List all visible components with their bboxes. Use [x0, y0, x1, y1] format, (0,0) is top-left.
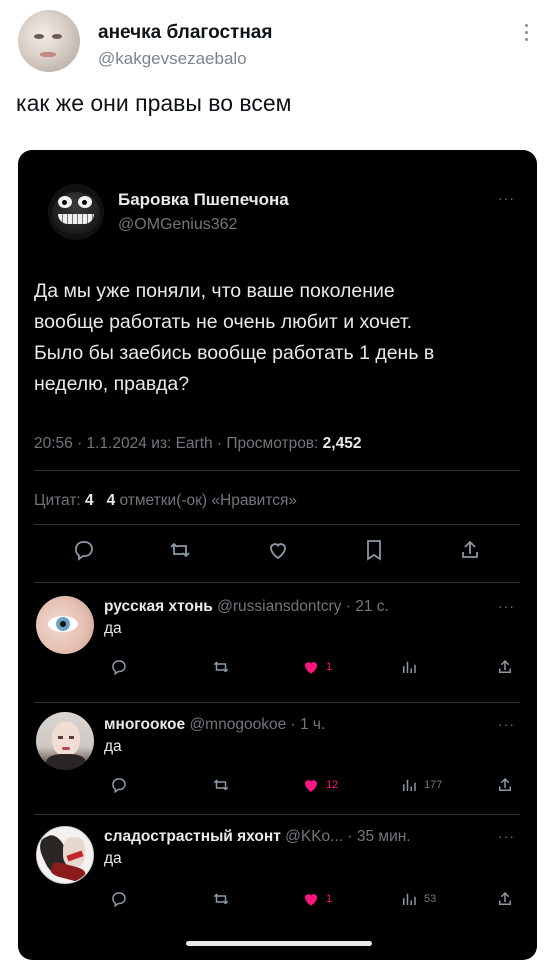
reply-icon[interactable]	[110, 776, 128, 794]
reply-author-name[interactable]: многоокое	[104, 716, 185, 733]
reply-views: 53	[424, 893, 437, 905]
bookmark-icon[interactable]	[362, 538, 386, 562]
tweet-line: вообще работать не очень любит и хочет.	[34, 311, 413, 333]
tweet-timestamp: 20:56 · 1.1.2024 из: Earth · Просмотров:	[34, 435, 323, 452]
reply-icon[interactable]	[110, 658, 128, 676]
more-horizontal-icon[interactable]: ···	[498, 190, 515, 206]
tweet-action-bar	[18, 538, 537, 566]
reply-text: да	[104, 620, 122, 637]
share-icon[interactable]	[496, 776, 514, 794]
more-vertical-icon[interactable]	[525, 24, 529, 41]
reply-likes: 1	[326, 661, 333, 673]
views-icon[interactable]	[400, 776, 418, 794]
reply-likes: 1	[326, 893, 333, 905]
reply-icon[interactable]	[110, 890, 128, 908]
post-text: как же они правы во всем	[16, 90, 292, 116]
divider	[34, 524, 520, 525]
reply-item[interactable]: многоокое @mnogookoe · 1 ч. ··· да 12 17…	[18, 706, 537, 820]
reply-meta: @russiansdontcry · 21 с.	[212, 598, 389, 615]
avatar-eye	[34, 34, 44, 39]
reply-item[interactable]: русская хтонь @russiansdontcry · 21 с. ·…	[18, 590, 537, 708]
retweet-icon[interactable]	[212, 890, 230, 908]
divider	[34, 582, 520, 583]
like-filled-icon[interactable]	[302, 890, 320, 908]
retweet-icon[interactable]	[212, 776, 230, 794]
more-horizontal-icon[interactable]: ···	[498, 828, 515, 844]
reply-avatar[interactable]	[36, 712, 94, 770]
more-horizontal-icon[interactable]: ···	[498, 598, 515, 614]
avatar-eye	[52, 34, 62, 39]
more-horizontal-icon[interactable]: ···	[498, 716, 515, 732]
reply-author: многоокое @mnogookoe · 1 ч.	[104, 716, 325, 734]
reply-author: русская хтонь @russiansdontcry · 21 с.	[104, 598, 389, 616]
reply-text: да	[104, 738, 122, 755]
quoted-author-avatar[interactable]	[48, 184, 104, 240]
share-icon[interactable]	[496, 890, 514, 908]
reply-likes: 12	[326, 779, 339, 791]
like-filled-icon[interactable]	[302, 658, 320, 676]
tweet-stats: Цитат: 4 4 отметки(-ок) «Нравится»	[34, 492, 297, 510]
likes-count[interactable]: 4	[107, 492, 116, 509]
embedded-screenshot: Баровка Пшепечона @OMGenius362 ··· Да мы…	[18, 150, 537, 960]
tweet-line: Было бы заебись вообще работать 1 день в	[34, 342, 435, 364]
views-icon[interactable]	[400, 890, 418, 908]
reply-views: 177	[424, 779, 443, 791]
quoted-author-name[interactable]: Баровка Пшепечона	[118, 190, 289, 210]
reply-meta: @KKo... · 35 мин.	[280, 828, 411, 845]
home-indicator[interactable]	[186, 941, 372, 946]
share-icon[interactable]	[458, 538, 482, 562]
reply-author: сладострастный яхонт @KKo... · 35 мин.	[104, 828, 411, 846]
views-count: 2,452	[322, 435, 362, 452]
tweet-line: Да мы уже поняли, что ваше поколение	[34, 280, 395, 302]
reply-avatar[interactable]	[36, 826, 94, 884]
retweet-icon[interactable]	[168, 538, 192, 562]
reply-author-name[interactable]: сладострастный яхонт	[104, 828, 281, 845]
author-handle[interactable]: @kakgevsezaebalo	[98, 49, 247, 69]
quotes-label: Цитат:	[34, 492, 86, 509]
author-name[interactable]: анечка благостная	[98, 22, 272, 44]
views-icon[interactable]	[400, 658, 418, 676]
retweet-icon[interactable]	[212, 658, 230, 676]
quoted-tweet-text: Да мы уже поняли, что ваше поколение воо…	[34, 276, 514, 400]
likes-label: отметки(-ок) «Нравится»	[115, 492, 298, 509]
quoted-author-handle[interactable]: @OMGenius362	[118, 216, 237, 234]
reply-meta: @mnogookoe · 1 ч.	[185, 716, 326, 733]
tweet-line: неделю, правда?	[34, 373, 190, 395]
reply-avatar[interactable]	[36, 596, 94, 654]
divider	[34, 814, 520, 815]
quotes-count[interactable]: 4	[85, 492, 94, 509]
share-icon[interactable]	[496, 658, 514, 676]
author-avatar[interactable]	[18, 10, 80, 72]
reply-author-name[interactable]: русская хтонь	[104, 598, 213, 615]
reply-item[interactable]: сладострастный яхонт @KKo... · 35 мин. ·…	[18, 818, 537, 930]
reply-icon[interactable]	[72, 538, 96, 562]
reply-text: да	[104, 850, 122, 867]
avatar-mouth	[40, 52, 56, 57]
like-filled-icon[interactable]	[302, 776, 320, 794]
divider	[34, 702, 520, 703]
divider	[34, 470, 520, 471]
post-header: анечка благостная @kakgevsezaebalo	[16, 10, 537, 76]
tweet-meta: 20:56 · 1.1.2024 из: Earth · Просмотров:…	[34, 435, 361, 453]
like-icon[interactable]	[266, 538, 290, 562]
